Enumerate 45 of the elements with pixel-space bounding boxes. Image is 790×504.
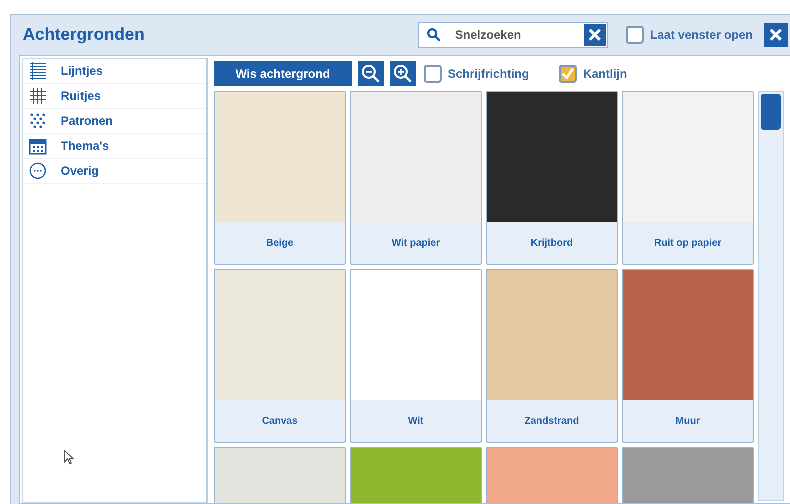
mouse-pointer-icon [64,450,74,465]
tile-label: Beige [265,236,295,250]
tile-label: Wit [407,414,425,428]
zoom-in-button[interactable] [390,61,416,86]
search-icon [427,28,442,42]
clear-background-button[interactable]: Wis achtergrond [214,61,352,86]
tile-label: Ruit op papier [653,236,723,250]
close-icon [587,27,604,43]
background-tile[interactable]: Zandstrand [486,269,618,443]
tile-label: Zandstrand [524,414,580,428]
search-box[interactable]: Snelzoeken [418,22,608,48]
calendar-icon [29,137,47,155]
background-tile[interactable]: Beige [214,91,346,265]
zoom-out-icon [361,64,381,84]
sidebar-item[interactable]: Patronen [23,109,206,134]
check-icon [561,66,576,80]
more-icon [29,162,47,180]
tile-label: Wit papier [390,236,442,250]
tile-label: Muur [674,414,702,428]
tile-label: Canvas [261,414,299,428]
window-title: Achtergronden [23,25,146,45]
sidebar-item[interactable]: Thema's [23,134,206,159]
background-tile[interactable]: Ruit op papier [622,91,754,265]
tile-label: Krijtbord [530,236,574,250]
grid-icon [29,87,47,105]
background-tile[interactable]: Wit papier [350,91,482,265]
keep-open-checkbox[interactable]: Laat venster open [626,26,753,44]
option-checkbox[interactable]: Kantlijn [559,64,628,82]
sidebar-item[interactable]: Overig [23,159,206,184]
scroll-thumb[interactable] [761,94,781,130]
scrollbar[interactable] [758,91,784,501]
background-tile[interactable]: Krijtbord [486,91,618,265]
sidebar-item[interactable]: Ruitjes [23,84,206,109]
background-tile[interactable]: Wit [350,269,482,443]
background-tile[interactable]: Canvas [214,269,346,443]
close-button[interactable] [764,23,788,47]
lines-icon [29,62,47,80]
close-icon [768,27,784,43]
zoom-out-button[interactable] [358,61,384,86]
background-tile[interactable]: Muur [622,269,754,443]
zoom-in-icon [393,64,413,84]
option-checkbox[interactable]: Schrijfrichting [424,64,530,82]
sidebar-item[interactable]: Lijntjes [23,59,206,84]
clear-search-button[interactable] [584,24,606,46]
dots-pattern-icon [29,112,47,130]
